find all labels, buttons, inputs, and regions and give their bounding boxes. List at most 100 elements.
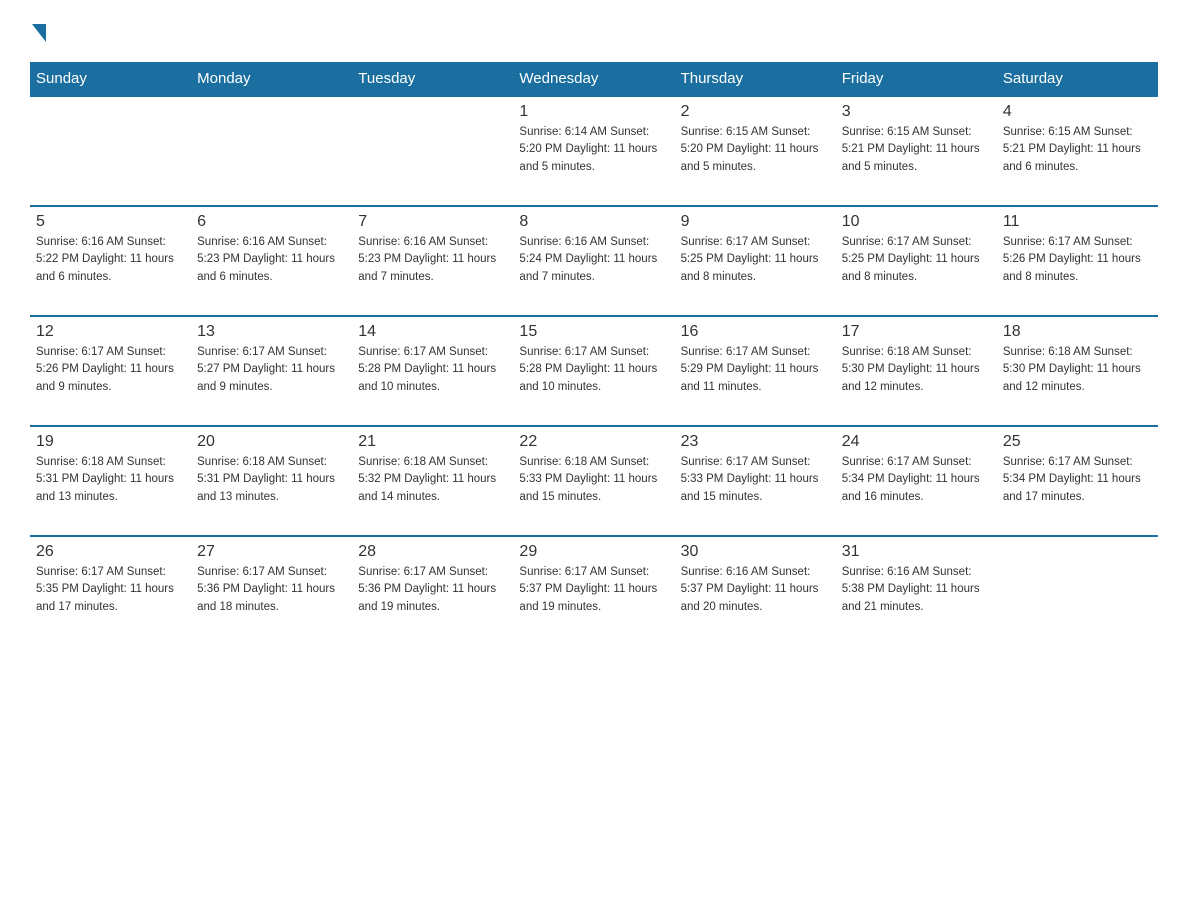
day-info: Sunrise: 6:17 AM Sunset: 5:35 PM Dayligh…	[36, 564, 185, 616]
calendar-week-row: 12 Sunrise: 6:17 AM Sunset: 5:26 PM Dayli…	[30, 316, 1158, 426]
day-info: Sunrise: 6:16 AM Sunset: 5:24 PM Dayligh…	[519, 234, 668, 286]
day-number: 6	[197, 213, 346, 231]
day-number: 2	[681, 103, 830, 121]
day-number: 8	[519, 213, 668, 231]
day-number: 29	[519, 543, 668, 561]
logo-arrow-icon	[32, 24, 46, 42]
day-info: Sunrise: 6:18 AM Sunset: 5:30 PM Dayligh…	[842, 344, 991, 396]
day-info: Sunrise: 6:17 AM Sunset: 5:25 PM Dayligh…	[681, 234, 830, 286]
day-number: 22	[519, 433, 668, 451]
calendar-table: SundayMondayTuesdayWednesdayThursdayFrid…	[30, 62, 1158, 646]
calendar-cell: 8 Sunrise: 6:16 AM Sunset: 5:24 PM Daylig…	[513, 206, 674, 316]
weekday-header-monday: Monday	[191, 62, 352, 96]
calendar-cell: 5 Sunrise: 6:16 AM Sunset: 5:22 PM Daylig…	[30, 206, 191, 316]
calendar-cell: 27 Sunrise: 6:17 AM Sunset: 5:36 PM Dayli…	[191, 536, 352, 646]
day-number: 24	[842, 433, 991, 451]
day-number: 20	[197, 433, 346, 451]
day-number: 27	[197, 543, 346, 561]
day-number: 9	[681, 213, 830, 231]
calendar-cell	[997, 536, 1158, 646]
weekday-header-wednesday: Wednesday	[513, 62, 674, 96]
weekday-header-thursday: Thursday	[675, 62, 836, 96]
calendar-cell: 7 Sunrise: 6:16 AM Sunset: 5:23 PM Daylig…	[352, 206, 513, 316]
day-info: Sunrise: 6:18 AM Sunset: 5:33 PM Dayligh…	[519, 454, 668, 506]
day-number: 13	[197, 323, 346, 341]
day-info: Sunrise: 6:18 AM Sunset: 5:32 PM Dayligh…	[358, 454, 507, 506]
calendar-cell: 24 Sunrise: 6:17 AM Sunset: 5:34 PM Dayli…	[836, 426, 997, 536]
day-number: 7	[358, 213, 507, 231]
day-number: 31	[842, 543, 991, 561]
calendar-cell: 9 Sunrise: 6:17 AM Sunset: 5:25 PM Daylig…	[675, 206, 836, 316]
calendar-week-row: 1Sunrise: 6:14 AM Sunset: 5:20 PM Daylig…	[30, 96, 1158, 206]
calendar-week-row: 5 Sunrise: 6:16 AM Sunset: 5:22 PM Daylig…	[30, 206, 1158, 316]
day-number: 11	[1003, 213, 1152, 231]
logo	[30, 20, 46, 42]
calendar-cell: 11 Sunrise: 6:17 AM Sunset: 5:26 PM Dayli…	[997, 206, 1158, 316]
day-info: Sunrise: 6:17 AM Sunset: 5:36 PM Dayligh…	[197, 564, 346, 616]
day-info: Sunrise: 6:17 AM Sunset: 5:28 PM Dayligh…	[358, 344, 507, 396]
day-info: Sunrise: 6:18 AM Sunset: 5:31 PM Dayligh…	[36, 454, 185, 506]
day-number: 17	[842, 323, 991, 341]
weekday-header-tuesday: Tuesday	[352, 62, 513, 96]
day-info: Sunrise: 6:17 AM Sunset: 5:34 PM Dayligh…	[842, 454, 991, 506]
day-info: Sunrise: 6:17 AM Sunset: 5:26 PM Dayligh…	[1003, 234, 1152, 286]
day-number: 3	[842, 103, 991, 121]
day-info: Sunrise: 6:17 AM Sunset: 5:33 PM Dayligh…	[681, 454, 830, 506]
day-info: Sunrise: 6:17 AM Sunset: 5:28 PM Dayligh…	[519, 344, 668, 396]
calendar-cell: 1Sunrise: 6:14 AM Sunset: 5:20 PM Daylig…	[513, 96, 674, 206]
calendar-cell: 23 Sunrise: 6:17 AM Sunset: 5:33 PM Dayli…	[675, 426, 836, 536]
calendar-cell: 16Sunrise: 6:17 AM Sunset: 5:29 PM Dayli…	[675, 316, 836, 426]
day-info: Sunrise: 6:17 AM Sunset: 5:25 PM Dayligh…	[842, 234, 991, 286]
day-number: 28	[358, 543, 507, 561]
calendar-cell	[191, 96, 352, 206]
weekday-header-row: SundayMondayTuesdayWednesdayThursdayFrid…	[30, 62, 1158, 96]
calendar-cell: 19 Sunrise: 6:18 AM Sunset: 5:31 PM Dayli…	[30, 426, 191, 536]
calendar-cell	[352, 96, 513, 206]
day-info: Sunrise: 6:17 AM Sunset: 5:29 PM Dayligh…	[681, 344, 830, 396]
day-info: Sunrise: 6:15 AM Sunset: 5:20 PM Dayligh…	[681, 124, 830, 176]
calendar-cell: 10 Sunrise: 6:17 AM Sunset: 5:25 PM Dayli…	[836, 206, 997, 316]
day-info: Sunrise: 6:15 AM Sunset: 5:21 PM Dayligh…	[1003, 124, 1152, 176]
calendar-cell: 30Sunrise: 6:16 AM Sunset: 5:37 PM Dayli…	[675, 536, 836, 646]
weekday-header-saturday: Saturday	[997, 62, 1158, 96]
calendar-cell: 17 Sunrise: 6:18 AM Sunset: 5:30 PM Dayli…	[836, 316, 997, 426]
weekday-header-sunday: Sunday	[30, 62, 191, 96]
calendar-cell: 18Sunrise: 6:18 AM Sunset: 5:30 PM Dayli…	[997, 316, 1158, 426]
day-number: 5	[36, 213, 185, 231]
day-number: 10	[842, 213, 991, 231]
day-number: 14	[358, 323, 507, 341]
day-number: 19	[36, 433, 185, 451]
calendar-cell: 22 Sunrise: 6:18 AM Sunset: 5:33 PM Dayli…	[513, 426, 674, 536]
calendar-week-row: 26 Sunrise: 6:17 AM Sunset: 5:35 PM Dayli…	[30, 536, 1158, 646]
day-info: Sunrise: 6:17 AM Sunset: 5:37 PM Dayligh…	[519, 564, 668, 616]
calendar-cell: 3 Sunrise: 6:15 AM Sunset: 5:21 PM Daylig…	[836, 96, 997, 206]
calendar-cell: 20 Sunrise: 6:18 AM Sunset: 5:31 PM Dayli…	[191, 426, 352, 536]
calendar-cell: 14 Sunrise: 6:17 AM Sunset: 5:28 PM Dayli…	[352, 316, 513, 426]
day-number: 12	[36, 323, 185, 341]
day-info: Sunrise: 6:15 AM Sunset: 5:21 PM Dayligh…	[842, 124, 991, 176]
day-info: Sunrise: 6:16 AM Sunset: 5:22 PM Dayligh…	[36, 234, 185, 286]
calendar-cell: 31Sunrise: 6:16 AM Sunset: 5:38 PM Dayli…	[836, 536, 997, 646]
calendar-cell: 15 Sunrise: 6:17 AM Sunset: 5:28 PM Dayli…	[513, 316, 674, 426]
calendar-cell: 12 Sunrise: 6:17 AM Sunset: 5:26 PM Dayli…	[30, 316, 191, 426]
day-number: 15	[519, 323, 668, 341]
day-info: Sunrise: 6:17 AM Sunset: 5:36 PM Dayligh…	[358, 564, 507, 616]
day-info: Sunrise: 6:18 AM Sunset: 5:31 PM Dayligh…	[197, 454, 346, 506]
day-info: Sunrise: 6:17 AM Sunset: 5:26 PM Dayligh…	[36, 344, 185, 396]
day-number: 25	[1003, 433, 1152, 451]
day-info: Sunrise: 6:16 AM Sunset: 5:23 PM Dayligh…	[358, 234, 507, 286]
day-number: 4	[1003, 103, 1152, 121]
day-number: 26	[36, 543, 185, 561]
calendar-week-row: 19 Sunrise: 6:18 AM Sunset: 5:31 PM Dayli…	[30, 426, 1158, 536]
day-info: Sunrise: 6:18 AM Sunset: 5:30 PM Dayligh…	[1003, 344, 1152, 396]
day-number: 23	[681, 433, 830, 451]
day-number: 21	[358, 433, 507, 451]
calendar-cell: 4 Sunrise: 6:15 AM Sunset: 5:21 PM Daylig…	[997, 96, 1158, 206]
calendar-cell: 2 Sunrise: 6:15 AM Sunset: 5:20 PM Daylig…	[675, 96, 836, 206]
calendar-cell: 25 Sunrise: 6:17 AM Sunset: 5:34 PM Dayli…	[997, 426, 1158, 536]
calendar-cell	[30, 96, 191, 206]
calendar-cell: 28 Sunrise: 6:17 AM Sunset: 5:36 PM Dayli…	[352, 536, 513, 646]
day-info: Sunrise: 6:17 AM Sunset: 5:34 PM Dayligh…	[1003, 454, 1152, 506]
calendar-cell: 13Sunrise: 6:17 AM Sunset: 5:27 PM Dayli…	[191, 316, 352, 426]
day-info: Sunrise: 6:16 AM Sunset: 5:23 PM Dayligh…	[197, 234, 346, 286]
